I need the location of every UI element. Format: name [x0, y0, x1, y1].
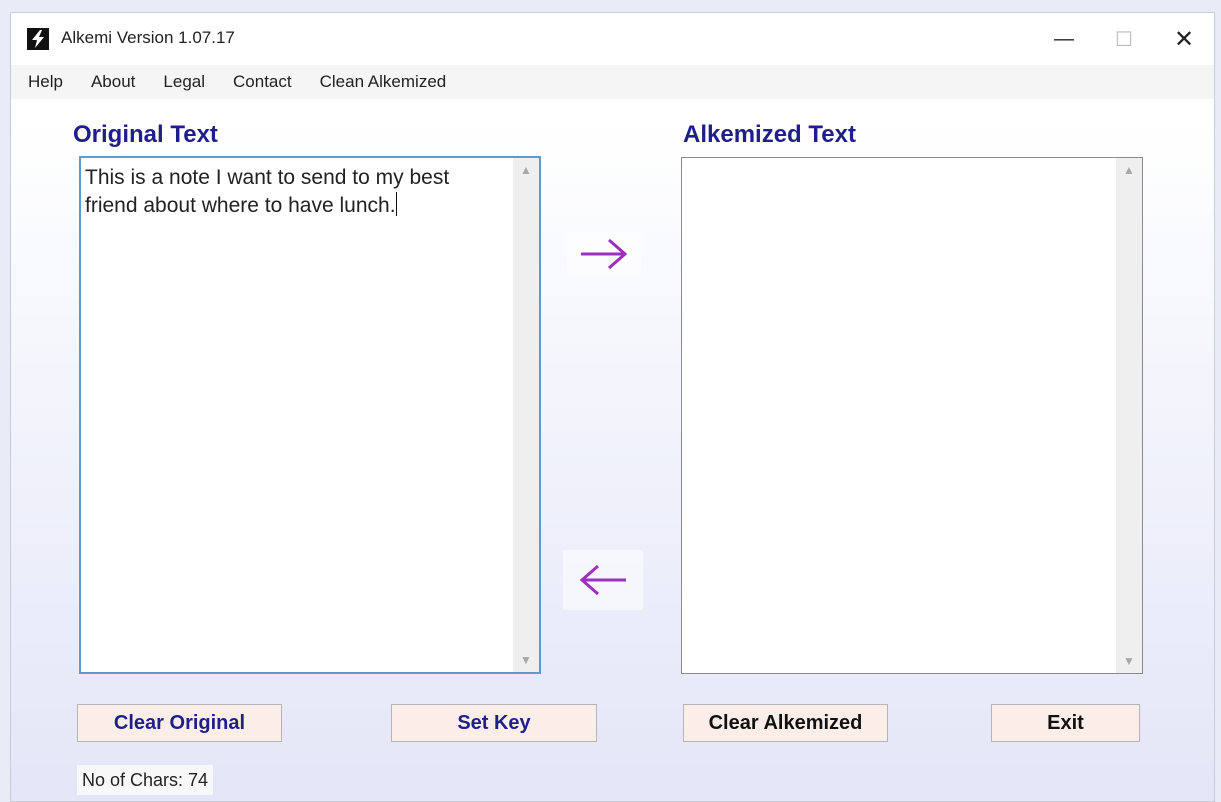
window-title: Alkemi Version 1.07.17: [61, 28, 235, 47]
set-key-button[interactable]: Set Key: [391, 704, 597, 742]
original-text-input[interactable]: This is a note I want to send to my best…: [79, 156, 541, 674]
menu-contact[interactable]: Contact: [219, 72, 306, 92]
original-text-value: This is a note I want to send to my best…: [85, 166, 450, 217]
original-scrollbar[interactable]: ▲ ▼: [513, 158, 539, 672]
arrow-left-icon: [579, 564, 626, 596]
decode-button[interactable]: [563, 550, 643, 610]
clear-original-button[interactable]: Clear Original: [77, 704, 282, 742]
scroll-down-icon[interactable]: ▼: [513, 648, 539, 672]
menu-about[interactable]: About: [77, 72, 149, 92]
encode-button[interactable]: [567, 232, 641, 276]
menu-clean-alkemized[interactable]: Clean Alkemized: [306, 72, 461, 92]
original-text-content: This is a note I want to send to my best…: [85, 164, 511, 220]
minimize-icon[interactable]: —: [1034, 13, 1094, 65]
app-window: Alkemi Version 1.07.17 — ☐ ✕ Help About …: [10, 12, 1215, 802]
original-text-heading: Original Text: [73, 121, 218, 148]
exit-button[interactable]: Exit: [991, 704, 1140, 742]
lightning-bolt-icon: [27, 28, 49, 50]
maximize-icon[interactable]: ☐: [1094, 13, 1154, 65]
scroll-down-icon[interactable]: ▼: [1116, 649, 1142, 673]
char-count-status: No of Chars: 74: [77, 765, 214, 795]
scroll-up-icon[interactable]: ▲: [1116, 158, 1142, 182]
alkemized-text-output[interactable]: ▲ ▼: [681, 157, 1143, 674]
alkemized-scrollbar[interactable]: ▲ ▼: [1116, 158, 1142, 673]
scroll-up-icon[interactable]: ▲: [513, 158, 539, 182]
menu-legal[interactable]: Legal: [149, 72, 219, 92]
menu-bar: Help About Legal Contact Clean Alkemized: [11, 65, 1214, 99]
title-bar[interactable]: Alkemi Version 1.07.17 — ☐ ✕: [11, 13, 1214, 65]
menu-help[interactable]: Help: [11, 72, 77, 92]
text-caret: [395, 192, 397, 216]
alkemized-text-heading: Alkemized Text: [683, 121, 856, 148]
clear-alkemized-button[interactable]: Clear Alkemized: [683, 704, 888, 742]
close-icon[interactable]: ✕: [1154, 13, 1214, 65]
arrow-right-icon: [581, 238, 628, 270]
